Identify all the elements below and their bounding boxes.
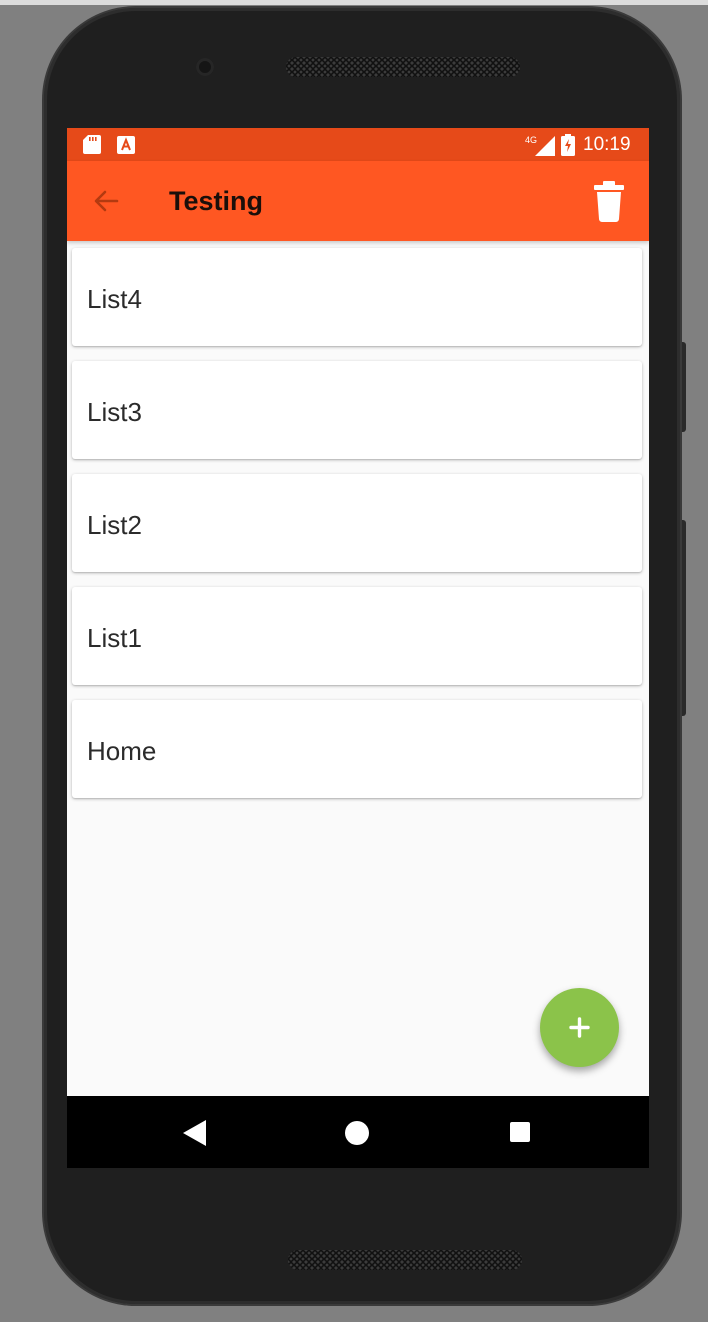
list-item[interactable]: List4 [72,248,642,346]
sd-card-icon [83,135,101,154]
power-button [680,342,686,432]
status-bar: 4G 10:19 [67,128,649,161]
page-title: Testing [169,186,263,216]
svg-text:4G: 4G [525,135,537,145]
list-item-label: Home [87,736,157,766]
list-item[interactable]: List2 [72,474,642,572]
a-notification-icon [117,136,135,154]
signal-4g-icon: 4G [525,135,555,156]
phone-screen: 4G 10:19 Testing List4 List3 List2 List1… [67,128,649,1168]
list-item-label: List1 [87,623,142,653]
battery-charging-icon [561,134,575,156]
list-item-label: List3 [87,397,142,427]
arrow-back-icon[interactable] [87,181,127,221]
volume-button [680,520,686,716]
nav-recents-icon[interactable] [510,1122,530,1142]
list-item-label: List4 [87,284,142,314]
list-item[interactable]: Home [72,700,642,798]
list-item[interactable]: List3 [72,361,642,459]
delete-icon[interactable] [589,179,629,223]
front-camera [196,58,214,76]
earpiece-speaker [286,57,520,77]
window-edge [0,0,708,5]
status-time: 10:19 [583,134,631,155]
add-icon [569,1017,590,1038]
navigation-bar [67,1096,649,1168]
list-item-label: List2 [87,510,142,540]
list-item[interactable]: List1 [72,587,642,685]
app-bar: Testing [67,161,649,241]
add-button[interactable] [540,988,619,1067]
bottom-speaker [288,1250,522,1270]
emulator-stage: 4G 10:19 Testing List4 List3 List2 List1… [0,0,708,1322]
nav-home-icon[interactable] [345,1121,369,1145]
nav-back-icon[interactable] [182,1120,206,1146]
